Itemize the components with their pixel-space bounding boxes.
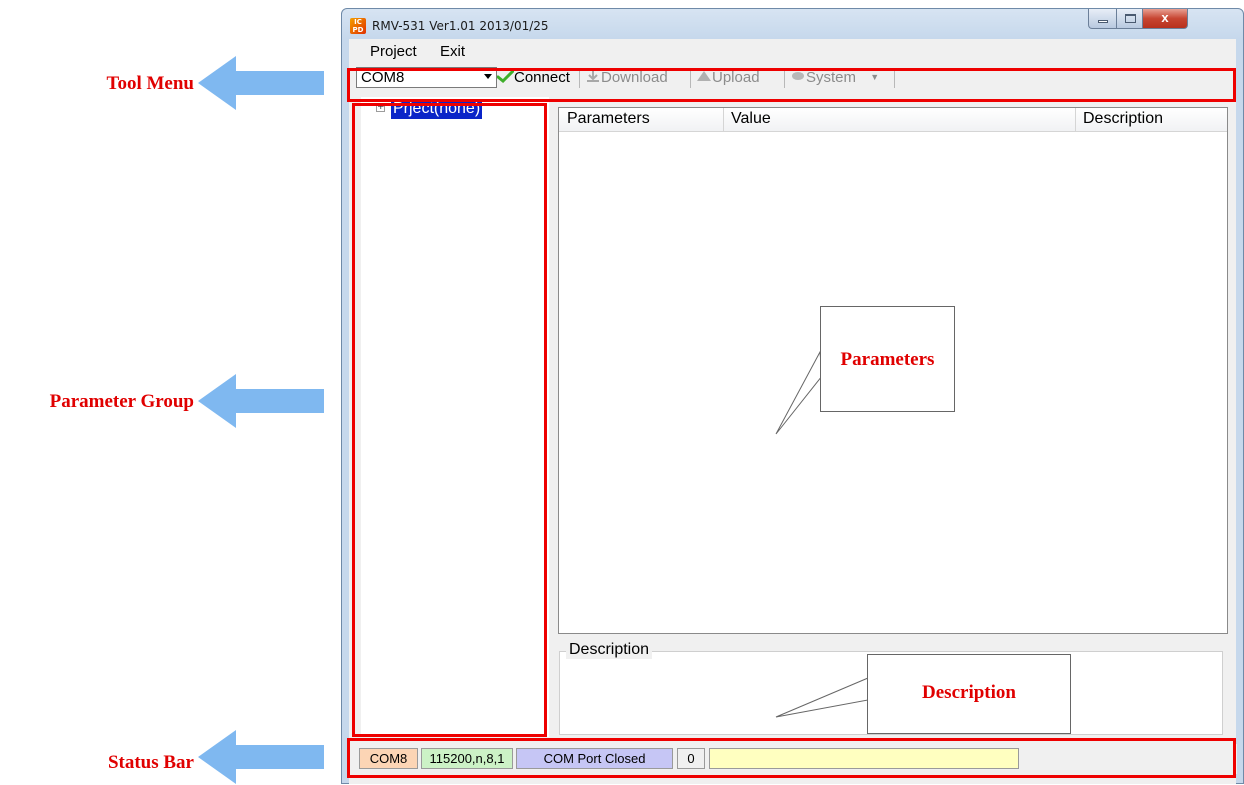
parameters-callout: Parameters <box>820 306 955 412</box>
screenshot-stage: Tool Menu Parameter Group Status Bar IC P… <box>0 0 1244 785</box>
description-callout: Description <box>867 654 1071 734</box>
description-callout-text: Description <box>922 682 1016 703</box>
parameters-callout-text: Parameters <box>840 349 935 370</box>
